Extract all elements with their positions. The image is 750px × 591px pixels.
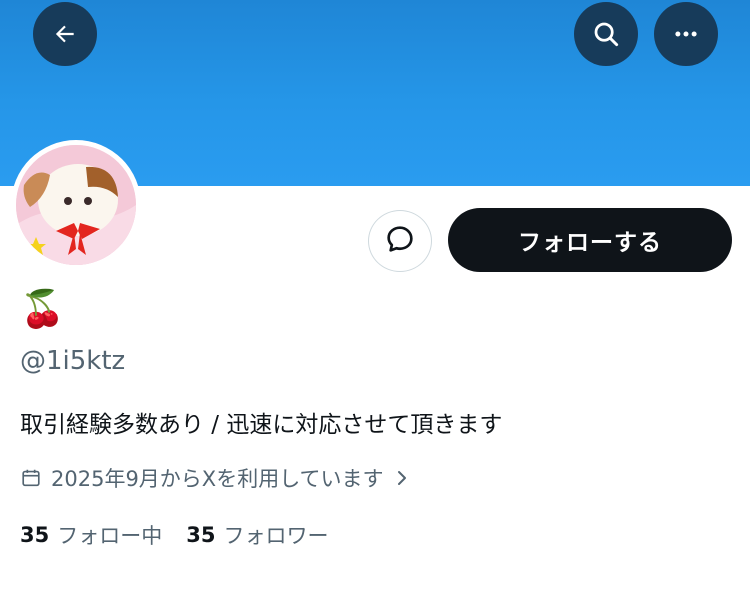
followers-link[interactable]: 35 フォロワー xyxy=(186,520,328,550)
follow-button[interactable]: フォローする xyxy=(448,208,732,272)
message-bubble-icon xyxy=(384,223,416,259)
following-label: フォロー中 xyxy=(57,524,163,548)
followers-label: フォロワー xyxy=(223,524,329,548)
followers-count: 35 xyxy=(186,523,216,547)
arrow-left-icon xyxy=(52,21,78,47)
more-horizontal-icon xyxy=(671,19,701,49)
message-button[interactable] xyxy=(368,210,432,272)
search-icon xyxy=(591,19,621,49)
following-link[interactable]: 35 フォロー中 xyxy=(20,520,162,550)
handle: @1i5ktz xyxy=(20,346,126,376)
avatar[interactable] xyxy=(11,140,141,270)
search-button[interactable] xyxy=(574,2,638,66)
bio: 取引経験多数あり / 迅速に対応させて頂きます xyxy=(20,412,503,438)
following-count: 35 xyxy=(20,523,50,547)
joined-text: 2025年9月からXを利用しています xyxy=(51,467,384,491)
follow-stats: 35 フォロー中 35 フォロワー xyxy=(20,520,328,550)
joined-date[interactable]: 2025年9月からXを利用しています xyxy=(20,463,410,493)
avatar-image xyxy=(16,145,136,265)
back-button[interactable] xyxy=(33,2,97,66)
calendar-icon xyxy=(20,467,42,489)
display-name: 🍒 xyxy=(20,289,65,330)
more-button[interactable] xyxy=(654,2,718,66)
chevron-right-icon xyxy=(394,469,410,487)
